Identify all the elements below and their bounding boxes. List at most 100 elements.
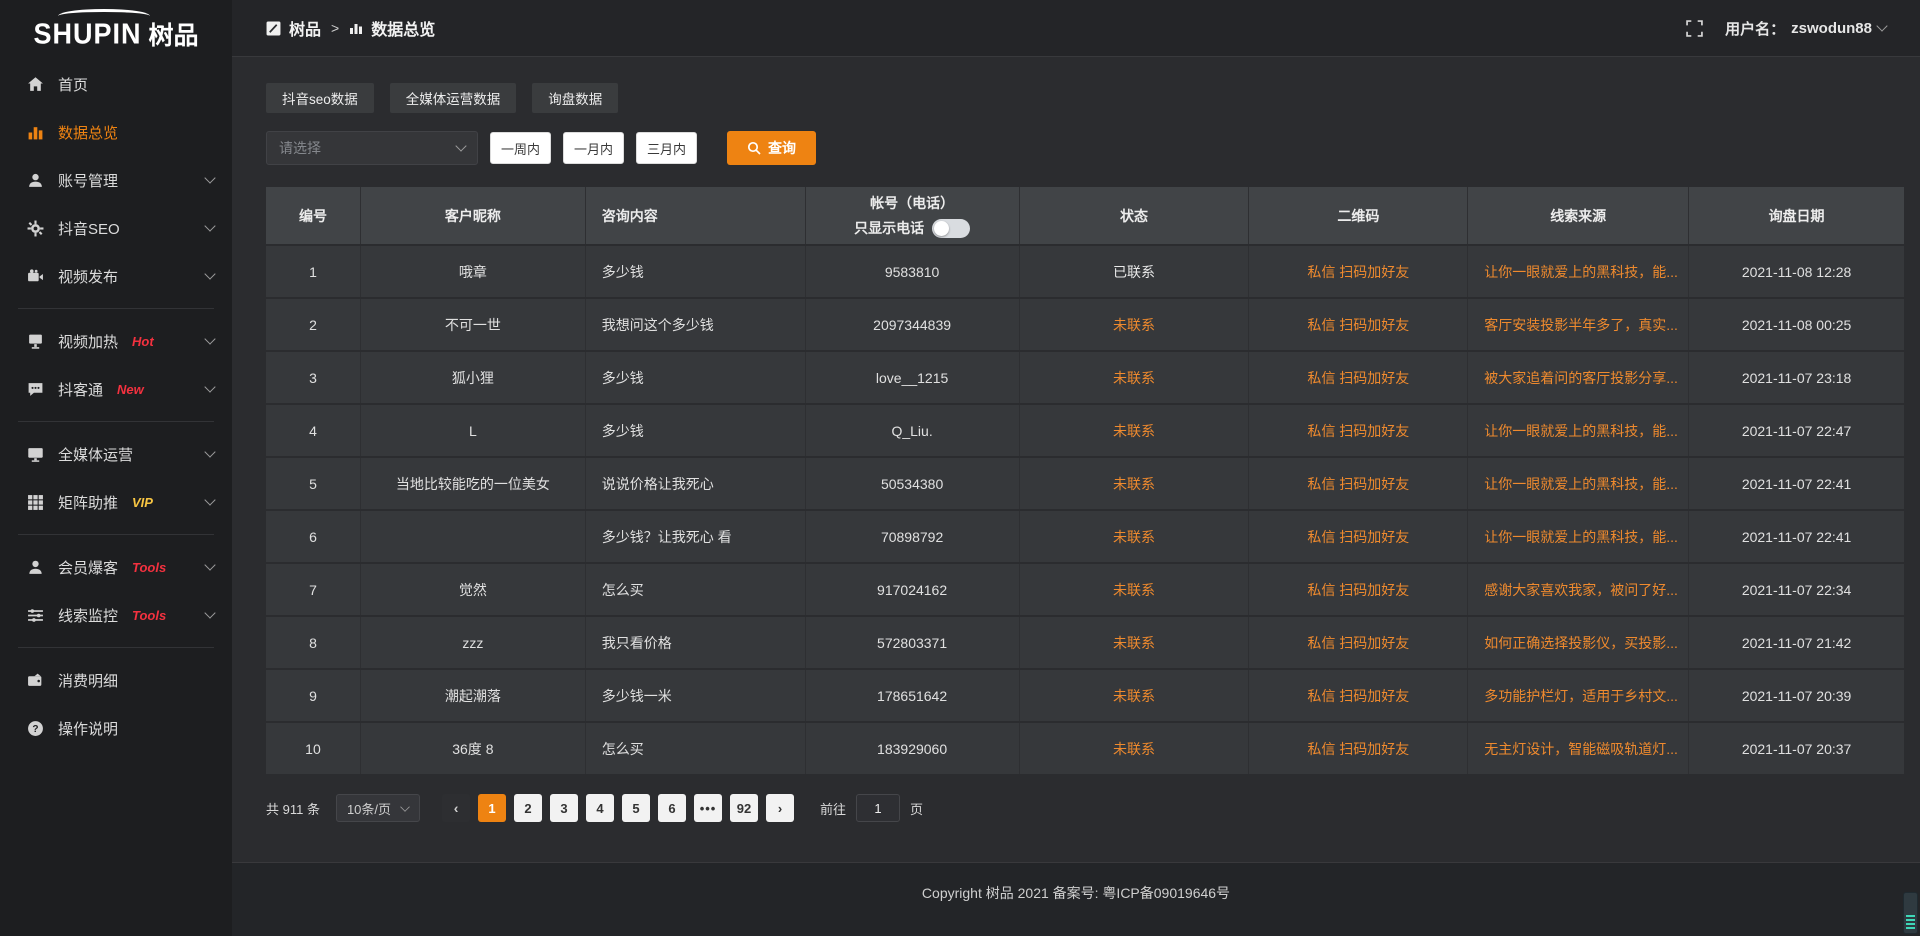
cell-account: 2097344839 (806, 299, 1020, 350)
floating-widget[interactable] (1903, 892, 1918, 934)
tab-button[interactable]: 全媒体运营数据 (390, 83, 517, 113)
chevron-down-icon (204, 381, 215, 392)
page-button[interactable]: 3 (550, 794, 578, 822)
sidebar-divider (18, 534, 214, 535)
breadcrumb-root[interactable]: 树品 (289, 16, 321, 40)
cell-source[interactable]: 感谢大家喜欢我家，被问了好... (1468, 564, 1689, 615)
cell-id: 9 (266, 670, 361, 721)
qrcode-links[interactable]: 私信 扫码加好友 (1307, 686, 1409, 706)
qrcode-links[interactable]: 私信 扫码加好友 (1307, 527, 1409, 547)
sidebar-item-label: 数据总览 (58, 122, 118, 143)
page-button[interactable]: 1 (478, 794, 506, 822)
page-button[interactable]: 5 (622, 794, 650, 822)
heat-monitor-icon (26, 332, 44, 350)
cell-status: 未联系 (1020, 352, 1250, 403)
sidebar-item-data-overview[interactable]: 数据总览 (0, 108, 232, 156)
cell-source[interactable]: 让你一眼就爱上的黑科技，能... (1468, 458, 1689, 509)
qrcode-links[interactable]: 私信 扫码加好友 (1307, 315, 1409, 335)
cell-source[interactable]: 无主灯设计，智能磁吸轨道灯... (1468, 723, 1689, 774)
cell-source[interactable]: 多功能护栏灯，适用于乡村文... (1468, 670, 1689, 721)
table-row: 2 不可一世 我想问这个多少钱 2097344839 未联系 私信 扫码加好友 … (266, 297, 1904, 350)
sidebar-item-label: 消费明细 (58, 670, 118, 691)
col-header-content: 咨询内容 (586, 187, 806, 244)
filter-select[interactable]: 请选择 (266, 131, 478, 165)
sidebar-divider (18, 647, 214, 648)
page-button[interactable]: 92 (730, 794, 758, 822)
sidebar-item-label: 账号管理 (58, 170, 118, 191)
sidebar-item-home[interactable]: 首页 (0, 60, 232, 108)
status-badge: 未联系 (1113, 686, 1155, 706)
period-button[interactable]: 一周内 (490, 132, 551, 164)
page-button[interactable]: 2 (514, 794, 542, 822)
cell-source[interactable]: 客厅安装投影半年多了，真实... (1468, 299, 1689, 350)
qrcode-links[interactable]: 私信 扫码加好友 (1307, 474, 1409, 494)
col-header-source: 线索来源 (1468, 187, 1689, 244)
col-header-qrcode: 二维码 (1249, 187, 1468, 244)
table-row: 3 狐小狸 多少钱 love__1215 未联系 私信 扫码加好友 被大家追着问… (266, 350, 1904, 403)
sidebar-item-video-heating[interactable]: 视频加热 Hot (0, 317, 232, 365)
query-button[interactable]: 查询 (727, 131, 816, 165)
chevron-down-icon (204, 607, 215, 618)
cell-source[interactable]: 让你一眼就爱上的黑科技，能... (1468, 511, 1689, 562)
sidebar-item-member-burst[interactable]: 会员爆客 Tools (0, 543, 232, 591)
qrcode-links[interactable]: 私信 扫码加好友 (1307, 580, 1409, 600)
cell-source[interactable]: 被大家追着问的客厅投影分享... (1468, 352, 1689, 403)
cell-qrcode: 私信 扫码加好友 (1249, 617, 1468, 668)
page-button[interactable]: ‹ (442, 794, 470, 822)
cell-account: 70898792 (806, 511, 1020, 562)
cell-date: 2021-11-07 22:47 (1689, 405, 1904, 456)
sidebar-item-lead-monitor[interactable]: 线索监控 Tools (0, 591, 232, 639)
period-button[interactable]: 一月内 (563, 132, 624, 164)
tab-button[interactable]: 抖音seo数据 (266, 83, 374, 113)
cell-date: 2021-11-07 22:41 (1689, 458, 1904, 509)
cell-qrcode: 私信 扫码加好友 (1249, 299, 1468, 350)
sidebar-item-label: 全媒体运营 (58, 444, 133, 465)
page-size-select[interactable]: 10条/页 (336, 794, 420, 822)
page-button[interactable]: › (766, 794, 794, 822)
table-row: 7 觉然 怎么买 917024162 未联系 私信 扫码加好友 感谢大家喜欢我家… (266, 562, 1904, 615)
sidebar-item-account-management[interactable]: 账号管理 (0, 156, 232, 204)
cell-id: 2 (266, 299, 361, 350)
gear-icon (26, 219, 44, 237)
sidebar-item-instructions[interactable]: ? 操作说明 (0, 704, 232, 752)
cell-source[interactable]: 如何正确选择投影仪，买投影... (1468, 617, 1689, 668)
chevron-down-icon (455, 140, 466, 151)
pagination: 共 911 条 10条/页 ‹ 1 2 3 4 5 (266, 794, 1904, 822)
copyright-text: Copyright 树品 2021 备案号: 粤ICP备09019646号 (922, 883, 1230, 903)
chevron-down-icon (204, 268, 215, 279)
sidebar-item-video-publish[interactable]: 视频发布 (0, 252, 232, 300)
tab-button[interactable]: 询盘数据 (532, 83, 618, 113)
sidebar-item-douketong[interactable]: 抖客通 New (0, 365, 232, 413)
cell-nickname: 不可一世 (361, 299, 586, 350)
user-menu[interactable]: 用户名：zswodun88 (1725, 18, 1886, 39)
chat-bubble-icon (26, 380, 44, 398)
qrcode-links[interactable]: 私信 扫码加好友 (1307, 368, 1409, 388)
sidebar-item-matrix-boost[interactable]: 矩阵助推 VIP (0, 478, 232, 526)
page-button[interactable]: 4 (586, 794, 614, 822)
qrcode-links[interactable]: 私信 扫码加好友 (1307, 262, 1409, 282)
qrcode-links[interactable]: 私信 扫码加好友 (1307, 739, 1409, 759)
table-row: 1 哦章 多少钱 9583810 已联系 私信 扫码加好友 让你一眼就爱上的黑科… (266, 244, 1904, 297)
qrcode-links[interactable]: 私信 扫码加好友 (1307, 633, 1409, 653)
fullscreen-icon[interactable] (1686, 20, 1703, 37)
goto-label: 前往 (820, 799, 846, 818)
cell-id: 8 (266, 617, 361, 668)
filter-bar: 请选择 一周内 一月内 三月内 查询 (266, 131, 1904, 165)
cell-nickname: 36度 8 (361, 723, 586, 774)
sidebar-item-douyin-seo[interactable]: 抖音SEO (0, 204, 232, 252)
sidebar-item-label: 线索监控 (58, 605, 118, 626)
logo-text-cn: 树品 (149, 16, 199, 52)
sidebar-item-spending-detail[interactable]: 消费明细 (0, 656, 232, 704)
period-button[interactable]: 三月内 (636, 132, 697, 164)
sidebar-item-omni-media[interactable]: 全媒体运营 (0, 430, 232, 478)
qrcode-links[interactable]: 私信 扫码加好友 (1307, 421, 1409, 441)
cell-source[interactable]: 让你一眼就爱上的黑科技，能... (1468, 405, 1689, 456)
phone-only-toggle[interactable] (932, 219, 970, 238)
cell-content: 怎么买 (586, 723, 806, 774)
period-buttons: 一周内 一月内 三月内 (478, 132, 697, 164)
grid-icon (26, 493, 44, 511)
goto-page-input[interactable] (856, 794, 900, 822)
page-button[interactable]: 6 (658, 794, 686, 822)
page-button[interactable]: ••• (694, 794, 722, 822)
cell-source[interactable]: 让你一眼就爱上的黑科技，能... (1468, 246, 1689, 297)
